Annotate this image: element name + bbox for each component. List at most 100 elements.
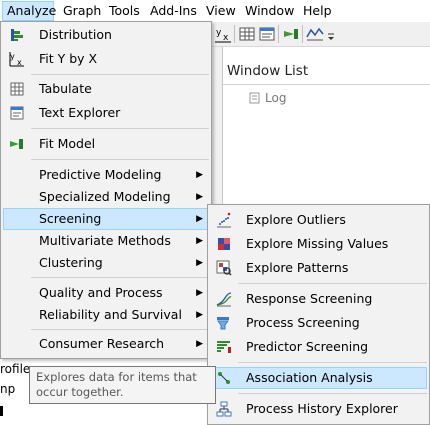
text-explorer-icon [10,106,24,120]
menu-item-specialized-modeling[interactable]: Specialized Modeling ▶ [3,186,209,208]
menu-item-label: Clustering [39,255,103,270]
menu-item-distribution[interactable]: Distribution [3,24,209,46]
fit-model-icon[interactable] [282,25,300,43]
menu-item-label: Explore Missing Values [246,236,389,251]
menu-separator [31,159,209,160]
explore-outliers-icon [217,212,231,228]
menu-item-multivariate-methods[interactable]: Multivariate Methods ▶ [3,230,209,252]
submenu-arrow-icon: ▶ [196,170,203,180]
menu-item-label: Fit Y by X [39,51,98,66]
menu-window[interactable]: Window [241,1,298,21]
menu-separator [238,362,427,363]
fit-y-by-x-icon: y x [9,52,24,67]
submenu-arrow-icon: ▶ [196,310,203,320]
menu-add-ins[interactable]: Add-Ins [146,1,201,21]
submenu-arrow-icon: ▶ [196,192,203,202]
menu-item-association-analysis[interactable]: Association Analysis [210,367,427,389]
menu-item-explore-patterns[interactable]: Explore Patterns [210,257,427,279]
menu-item-explore-missing-values[interactable]: Explore Missing Values [210,233,427,255]
graph-builder-icon[interactable] [306,25,324,43]
menu-item-label: Tabulate [39,81,92,96]
menu-item-label: Text Explorer [39,105,121,120]
process-screening-icon [217,317,229,330]
process-history-explorer-icon [216,401,232,417]
submenu-arrow-icon: ▶ [196,236,203,246]
submenu-arrow-icon: ▶ [196,214,203,224]
menu-item-predictive-modeling[interactable]: Predictive Modeling ▶ [3,164,209,186]
menu-item-label: Fit Model [39,136,96,151]
menu-item-response-screening[interactable]: Response Screening [210,288,427,310]
menu-item-tabulate[interactable]: Tabulate [3,78,209,100]
menu-help[interactable]: Help [299,1,336,21]
toolbar-separator [302,25,303,43]
menu-item-label: Predictive Modeling [39,167,162,182]
menu-item-label: Distribution [39,27,112,42]
menu-item-screening[interactable]: Screening ▶ [3,208,209,230]
fit-model-icon [10,139,23,149]
menu-separator [238,283,427,284]
menu-item-label: Predictor Screening [246,339,369,354]
menu-item-clustering[interactable]: Clustering ▶ [3,252,209,274]
background-text-fragment [0,404,4,416]
menu-item-label: Explore Patterns [246,260,349,275]
background-text: np [0,382,16,396]
fit-y-by-x-icon[interactable]: y x [214,25,232,43]
menu-item-label: Association Analysis [246,370,373,385]
toolbar: y x [212,22,430,47]
menu-tools[interactable]: Tools [105,1,144,21]
menu-item-label: Multivariate Methods [39,233,171,248]
menu-item-quality-and-process[interactable]: Quality and Process ▶ [3,282,209,304]
submenu-arrow-icon: ▶ [196,339,203,349]
menu-item-consumer-research[interactable]: Consumer Research ▶ [3,333,209,355]
menu-item-predictor-screening[interactable]: Predictor Screening [210,336,427,358]
menu-item-text-explorer[interactable]: Text Explorer [3,102,209,124]
menu-item-process-screening[interactable]: Process Screening [210,312,427,334]
toolbar-separator [234,25,235,43]
submenu-arrow-icon: ▶ [196,288,203,298]
menu-graph[interactable]: Graph [59,1,105,21]
menu-item-label: Specialized Modeling [39,189,171,204]
menu-item-reliability-and-survival[interactable]: Reliability and Survival ▶ [3,304,209,326]
tooltip: Explores data for items that occur toget… [29,366,216,404]
screening-submenu: Explore Outliers Explore Missing Values … [207,204,430,425]
menu-view[interactable]: View [202,1,240,21]
menu-item-process-history-explorer[interactable]: Process History Explorer [210,398,427,420]
toolbar-separator [278,25,279,43]
toolbar-overflow-icon[interactable] [326,29,336,41]
explore-missing-values-icon [218,238,230,250]
menu-item-label: Response Screening [246,291,373,306]
window-list-title: Window List [227,63,309,79]
explore-patterns-icon [216,260,232,276]
menu-item-fit-model[interactable]: Fit Model [3,133,209,155]
menu-item-label: Process History Explorer [246,401,398,416]
menu-item-label: Screening [39,211,102,226]
menu-separator [31,74,209,75]
menu-analyze[interactable]: Analyze [2,1,56,21]
menu-separator [31,329,209,330]
response-screening-icon [216,292,232,307]
window-list-item-log[interactable]: Log [249,90,286,106]
svg-text:y: y [216,28,222,38]
background-text: rofile [0,362,31,376]
menu-item-label: Reliability and Survival [39,307,182,322]
menu-item-explore-outliers[interactable]: Explore Outliers [210,209,427,231]
menu-separator [31,128,209,129]
distribution-icon [11,29,23,41]
menu-item-label: Process Screening [246,315,360,330]
menu-item-fit-y-by-x[interactable]: y x Fit Y by X [3,48,209,70]
text-explorer-icon[interactable] [258,25,276,43]
predictor-screening-icon [217,341,231,353]
association-analysis-icon [218,372,230,384]
log-icon [249,92,260,104]
menu-separator [238,393,427,394]
window-list-item-label: Log [265,91,287,105]
tabulate-icon[interactable] [238,25,256,43]
menu-bar: Analyze Graph Tools Add-Ins View Window … [0,0,430,22]
svg-text:y: y [10,52,15,61]
menu-item-label: Consumer Research [39,336,165,351]
menu-separator [31,277,209,278]
tabulate-icon [10,82,24,96]
menu-item-label: Quality and Process [39,285,163,300]
menu-item-label: Explore Outliers [246,212,346,227]
submenu-arrow-icon: ▶ [196,258,203,268]
